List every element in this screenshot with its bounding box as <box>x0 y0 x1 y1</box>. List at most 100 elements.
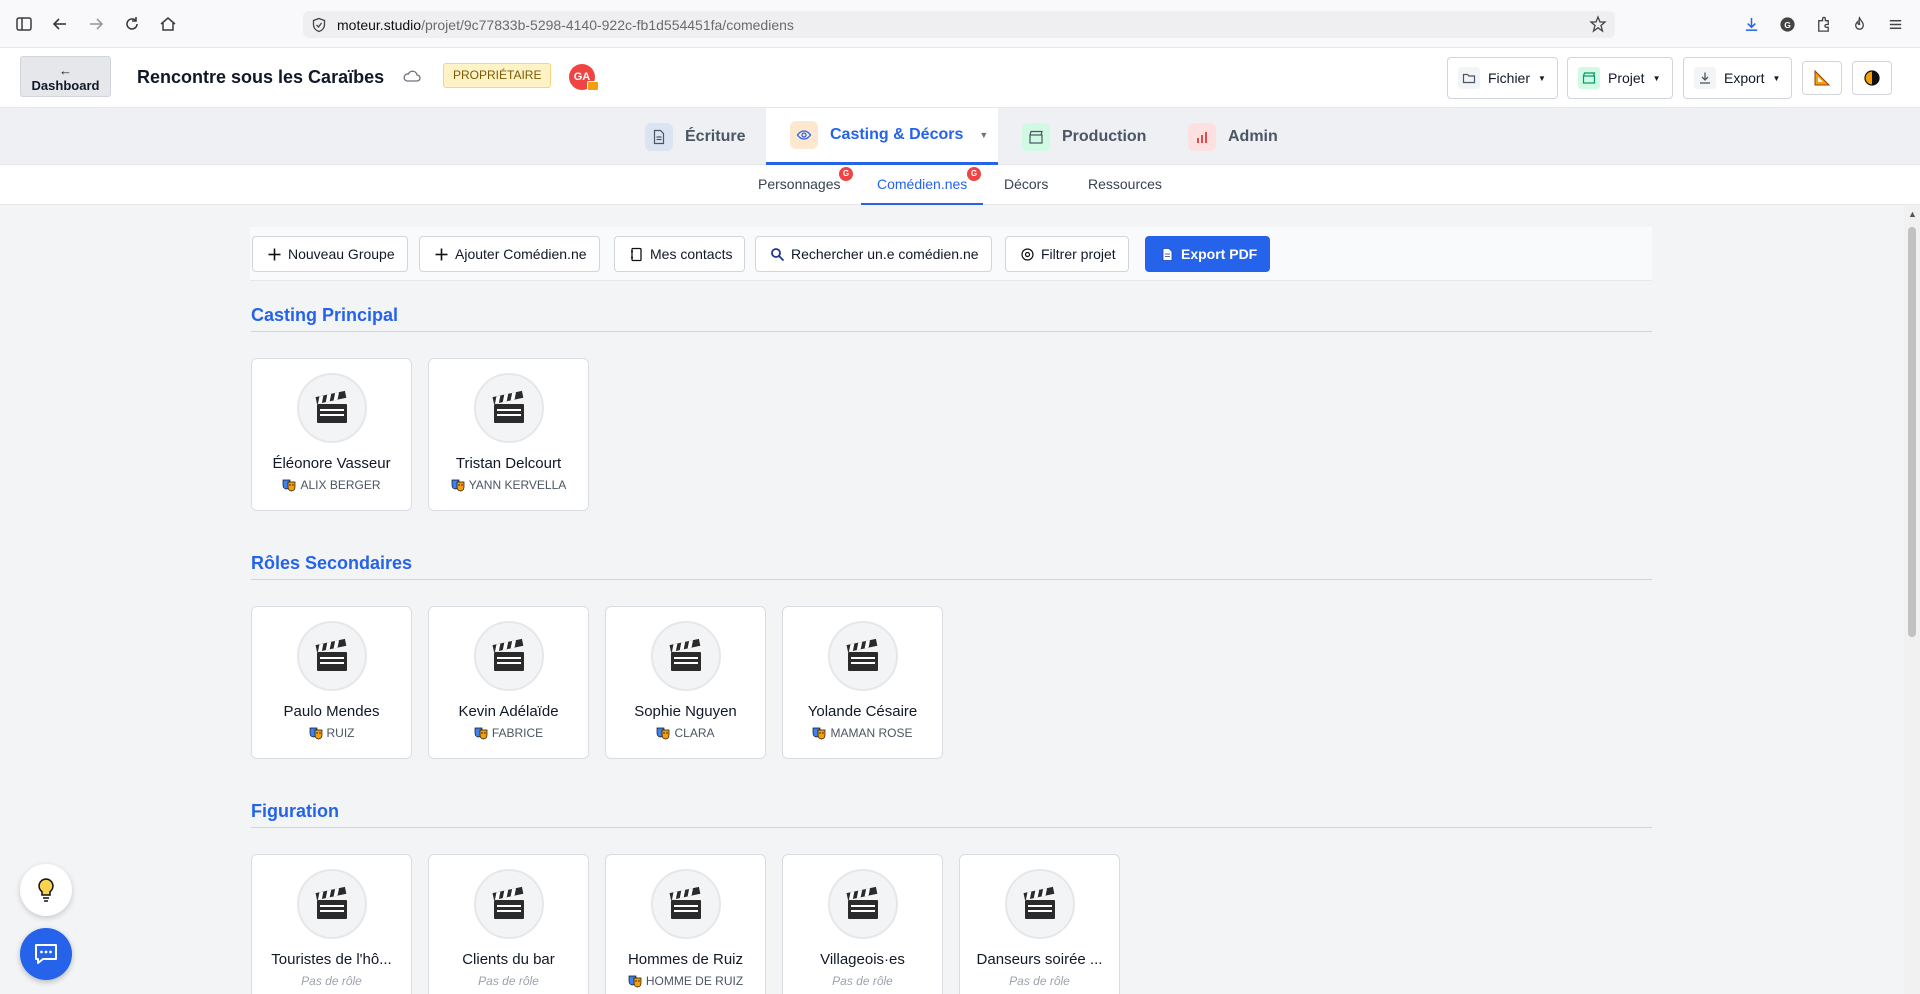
actor-role: MAMAN ROSE <box>787 726 938 740</box>
export-pdf-label: Export PDF <box>1181 246 1258 262</box>
export-menu-button[interactable]: Export ▼ <box>1683 57 1792 99</box>
tab-ecriture[interactable]: Écriture <box>645 108 745 165</box>
ruler-button[interactable] <box>1802 61 1842 95</box>
filter-label: Filtrer projet <box>1041 246 1116 262</box>
shield-icon <box>312 17 326 32</box>
home-icon[interactable] <box>150 6 186 42</box>
chat-button[interactable] <box>20 928 72 980</box>
search-actor-button[interactable]: Rechercher un.e comédien.ne <box>755 236 992 272</box>
tab-admin[interactable]: Admin <box>1188 108 1278 165</box>
back-arrow-icon[interactable] <box>42 6 78 42</box>
search-actor-label: Rechercher un.e comédien.ne <box>791 246 979 262</box>
group-name: Hommes de Ruiz <box>627 951 744 968</box>
group-card[interactable]: Clients du bar Pas de rôle <box>428 854 589 994</box>
page-scrollbar[interactable]: ▲ <box>1904 205 1920 994</box>
actor-role: YANN KERVELLA <box>433 478 584 492</box>
actor-name: Paulo Mendes <box>283 703 380 720</box>
actor-name: Sophie Nguyen <box>634 703 737 720</box>
scroll-up-arrow-icon[interactable]: ▲ <box>1908 209 1917 219</box>
actor-name: Éléonore Vasseur <box>272 455 391 472</box>
theme-toggle-button[interactable] <box>1852 61 1892 95</box>
tab-label: Écriture <box>685 127 746 145</box>
actor-card[interactable]: Éléonore Vasseur ALIX BERGER <box>251 358 412 511</box>
caret-down-icon[interactable]: ▼ <box>979 130 988 140</box>
subtab-label: Personnages <box>758 176 841 192</box>
no-role-label: Pas de rôle <box>832 974 893 988</box>
chat-bubble-icon <box>35 944 57 964</box>
fichier-menu-button[interactable]: Fichier ▼ <box>1447 57 1558 99</box>
subtab-label: Décors <box>1004 176 1049 192</box>
clapperboard-icon <box>828 621 898 691</box>
avatar-status-icon <box>587 81 599 91</box>
tab-label: Admin <box>1228 127 1278 145</box>
clapperboard-icon <box>297 869 367 939</box>
clapperboard-icon <box>474 373 544 443</box>
actor-card[interactable]: Kevin Adélaïde FABRICE <box>428 606 589 759</box>
scroll-thumb[interactable] <box>1908 227 1916 637</box>
caret-down-icon: ▼ <box>1772 73 1781 83</box>
export-label: Export <box>1724 70 1765 86</box>
subtab-decors[interactable]: Décors <box>1004 165 1048 205</box>
group-name: Touristes de l'hô... <box>271 951 392 968</box>
account-icon[interactable]: G <box>1776 13 1798 35</box>
actor-card[interactable]: Tristan Delcourt YANN KERVELLA <box>428 358 589 511</box>
new-group-button[interactable]: Nouveau Groupe <box>252 236 408 272</box>
group-card[interactable]: Villageois·es Pas de rôle <box>782 854 943 994</box>
flame-icon[interactable] <box>1848 13 1870 35</box>
browser-toolbar: moteur.studio/projet/9c77833b-5298-4140-… <box>0 0 1920 48</box>
sidebar-toggle-icon[interactable] <box>6 6 42 42</box>
role-label: FABRICE <box>491 726 544 740</box>
export-pdf-button[interactable]: Export PDF <box>1145 236 1271 272</box>
group-card[interactable]: Hommes de Ruiz HOMME DE RUIZ <box>605 854 766 994</box>
cloud-icon <box>403 70 421 82</box>
actor-card[interactable]: Yolande Césaire MAMAN ROSE <box>782 606 943 759</box>
role-label: HOMME DE RUIZ <box>645 974 744 988</box>
download-icon <box>1694 67 1716 89</box>
url-bar[interactable]: moteur.studio/projet/9c77833b-5298-4140-… <box>303 11 1615 38</box>
filter-project-button[interactable]: Filtrer projet <box>1005 236 1129 272</box>
download-icon[interactable] <box>1740 13 1762 35</box>
fichier-label: Fichier <box>1488 70 1531 86</box>
tab-casting-decors[interactable]: Casting & Décors ▼ <box>766 108 998 165</box>
back-arrow-glyph: ← <box>59 63 72 78</box>
tab-label: Casting & Décors <box>830 126 964 143</box>
contacts-button[interactable]: Mes contacts <box>614 236 746 272</box>
subtab-ressources[interactable]: Ressources <box>1088 165 1162 205</box>
no-role-label: Pas de rôle <box>301 974 362 988</box>
tab-production[interactable]: Production <box>1022 108 1146 165</box>
menu-icon[interactable] <box>1884 13 1906 35</box>
tips-button[interactable] <box>20 864 72 916</box>
add-actor-button[interactable]: Ajouter Comédien.ne <box>419 236 600 272</box>
group-card[interactable]: Touristes de l'hô... Pas de rôle <box>251 854 412 994</box>
role-label: YANN KERVELLA <box>468 478 567 492</box>
url-path: /projet/9c77833b-5298-4140-922c-fb1d5544… <box>421 16 794 33</box>
subtab-personnages[interactable]: Personnages <box>758 165 841 205</box>
actor-role: FABRICE <box>433 726 584 740</box>
reload-icon[interactable] <box>114 6 150 42</box>
actor-card[interactable]: Paulo Mendes RUIZ <box>251 606 412 759</box>
theater-masks-icon <box>474 727 488 740</box>
group-card[interactable]: Danseurs soirée ... Pas de rôle <box>959 854 1120 994</box>
clapperboard-icon <box>474 869 544 939</box>
section-title-casting-principal: Casting Principal <box>251 305 399 325</box>
plus-icon <box>434 247 449 262</box>
projet-menu-button[interactable]: Projet ▼ <box>1567 57 1673 99</box>
folder-icon <box>1458 67 1480 89</box>
document-icon <box>645 122 673 151</box>
dashboard-button[interactable]: ← Dashboard <box>20 56 111 97</box>
notification-badge: G <box>839 167 853 181</box>
actor-card[interactable]: Sophie Nguyen CLARA <box>605 606 766 759</box>
clapperboard-icon <box>651 621 721 691</box>
svg-text:G: G <box>1784 19 1791 29</box>
search-icon <box>770 247 785 262</box>
forward-arrow-icon[interactable] <box>78 6 114 42</box>
section-divider <box>251 579 1652 580</box>
no-role-label: Pas de rôle <box>1009 974 1070 988</box>
extensions-icon[interactable] <box>1812 13 1834 35</box>
add-actor-label: Ajouter Comédien.ne <box>455 246 587 262</box>
bookmark-star-icon[interactable] <box>1589 15 1607 33</box>
role-label: MAMAN ROSE <box>830 726 913 740</box>
subtab-comediens[interactable]: Comédien.nes <box>861 165 984 205</box>
clapperboard-icon <box>297 373 367 443</box>
clapper-icon <box>1022 122 1050 151</box>
